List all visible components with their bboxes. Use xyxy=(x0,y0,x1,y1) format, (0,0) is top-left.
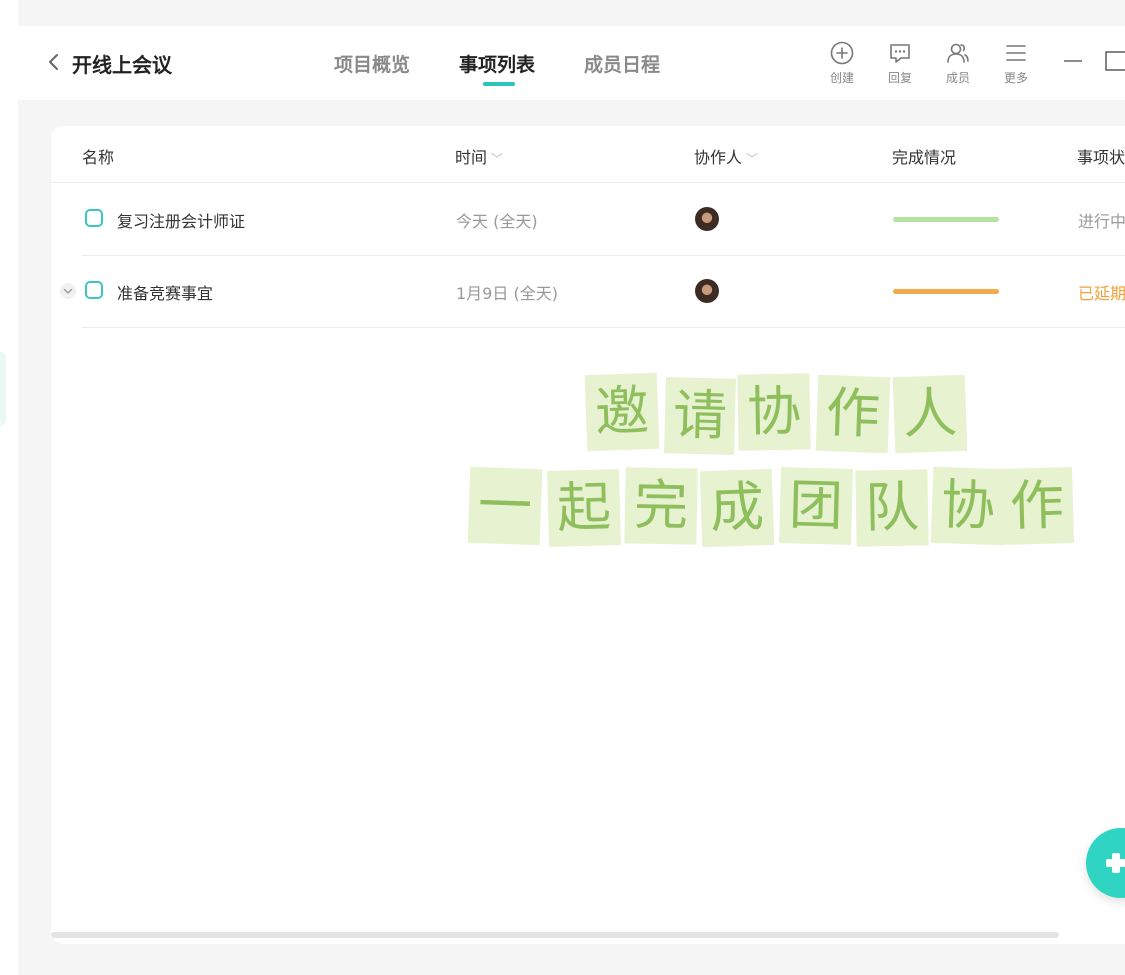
members-button[interactable]: 成员 xyxy=(938,40,978,86)
chevron-left-icon xyxy=(49,54,58,70)
column-header-status-label: 事项状 xyxy=(1077,148,1125,167)
completion-bar xyxy=(893,217,999,222)
column-header-time[interactable]: 时间 ﹀ xyxy=(455,144,503,168)
hint-character: 起 xyxy=(547,469,621,547)
reply-button[interactable]: 回复 xyxy=(880,40,920,86)
create-button[interactable]: 创建 xyxy=(822,40,862,86)
members-icon xyxy=(947,43,969,63)
active-tab-indicator xyxy=(483,82,515,86)
task-name[interactable]: 准备竞赛事宜 xyxy=(117,280,213,304)
side-panel-handle[interactable] xyxy=(0,352,6,426)
hint-character: 协 xyxy=(737,373,811,451)
plus-circle-icon xyxy=(830,41,854,65)
app-window: 开线上会议 项目概览 事项列表 成员日程 创建 回复 成员 更多 名称 时间 ﹀… xyxy=(18,0,1125,975)
top-bar: 开线上会议 项目概览 事项列表 成员日程 创建 回复 成员 更多 xyxy=(18,26,1125,100)
column-header-collaborator-label: 协作人 xyxy=(694,148,743,167)
reply-label: 回复 xyxy=(887,71,912,85)
members-label: 成员 xyxy=(945,71,970,85)
more-button[interactable]: 更多 xyxy=(996,40,1036,86)
column-header-status: 事项状 xyxy=(1077,144,1125,168)
task-checkbox[interactable] xyxy=(85,281,103,299)
hint-character: 成 xyxy=(699,468,775,548)
tab-item-list[interactable]: 事项列表 xyxy=(459,50,535,77)
hint-character: 协 xyxy=(930,466,1006,546)
hint-character: 邀 xyxy=(584,372,660,452)
minimize-button[interactable] xyxy=(1062,48,1084,78)
hint-character: 一 xyxy=(467,466,543,546)
chevron-down-icon: ﹀ xyxy=(746,152,759,166)
chevron-down-icon xyxy=(63,288,73,294)
table-row[interactable]: 准备竞赛事宜 1月9日 (全天) 已延期 xyxy=(60,255,1125,328)
table-header: 名称 时间 ﹀ 协作人 ﹀ 完成情况 事项状 xyxy=(51,126,1125,183)
chevron-down-icon: ﹀ xyxy=(491,152,504,166)
maximize-button[interactable] xyxy=(1104,48,1125,78)
task-time: 今天 (全天) xyxy=(456,212,538,231)
column-header-completion: 完成情况 xyxy=(892,144,956,168)
column-header-time-label: 时间 xyxy=(455,148,488,167)
project-title: 开线上会议 xyxy=(72,53,172,77)
task-status: 进行中 xyxy=(1078,212,1125,231)
collaborator-avatar[interactable] xyxy=(695,207,719,231)
column-header-completion-label: 完成情况 xyxy=(892,148,957,167)
hint-character: 作 xyxy=(815,374,891,454)
task-checkbox[interactable] xyxy=(85,209,103,227)
plus-icon xyxy=(1112,853,1120,873)
menu-icon xyxy=(1006,45,1026,61)
chat-bubble-icon xyxy=(890,44,910,63)
maximize-icon xyxy=(1105,51,1125,71)
column-header-name: 名称 xyxy=(82,144,114,168)
horizontal-scrollbar[interactable] xyxy=(51,932,1059,938)
collaborator-avatar[interactable] xyxy=(695,279,719,303)
more-label: 更多 xyxy=(1003,71,1028,85)
column-header-name-label: 名称 xyxy=(82,148,115,167)
completion-bar xyxy=(893,289,999,294)
hint-character: 人 xyxy=(892,374,968,454)
hint-character: 完 xyxy=(624,467,698,545)
left-gutter xyxy=(0,0,18,975)
table-row[interactable]: 复习注册会计师证 今天 (全天) 进行中 xyxy=(82,183,1125,256)
task-time: 1月9日 (全天) xyxy=(456,284,558,303)
column-header-collaborator[interactable]: 协作人 ﹀ xyxy=(694,144,758,168)
hint-character: 作 xyxy=(1000,467,1074,545)
minimize-icon xyxy=(1064,60,1082,62)
hint-character: 队 xyxy=(855,469,929,547)
back-button[interactable] xyxy=(46,50,62,74)
item-list-card: 名称 时间 ﹀ 协作人 ﹀ 完成情况 事项状 复习注册会计师证 今天 (全天) 进行… xyxy=(51,126,1125,944)
hint-character: 团 xyxy=(779,467,853,545)
task-name[interactable]: 复习注册会计师证 xyxy=(117,208,245,232)
task-status: 已延期 xyxy=(1078,284,1125,303)
tab-overview[interactable]: 项目概览 xyxy=(334,50,410,77)
hint-character: 请 xyxy=(664,377,736,455)
tab-member-schedule[interactable]: 成员日程 xyxy=(584,50,660,77)
create-label: 创建 xyxy=(829,71,854,85)
expand-toggle[interactable] xyxy=(60,283,76,299)
